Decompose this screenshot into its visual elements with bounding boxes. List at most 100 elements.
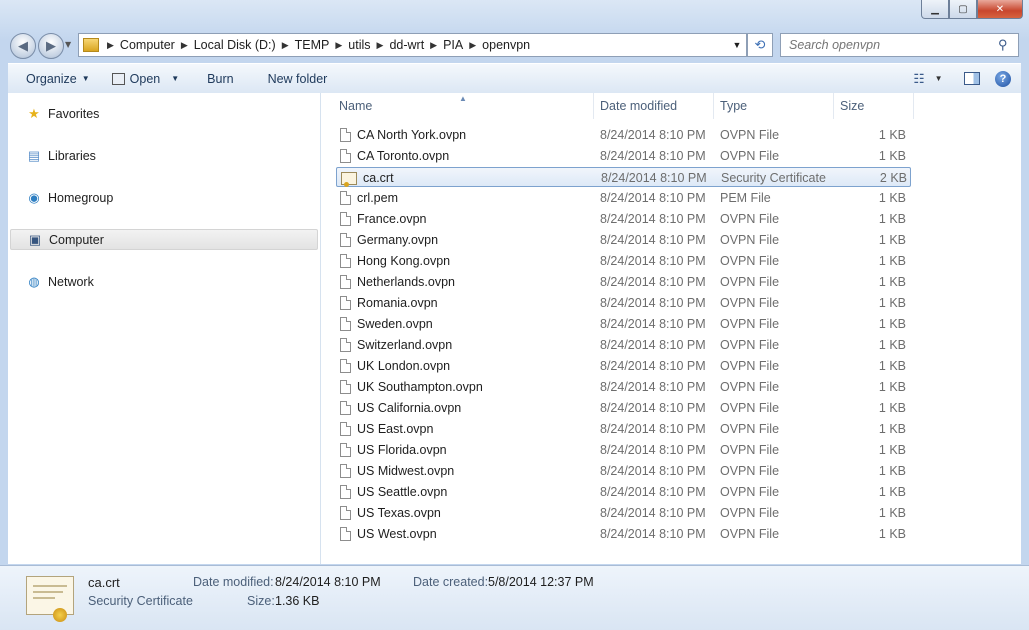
file-row[interactable]: crl.pem 8/24/2014 8:10 PM PEM File 1 KB xyxy=(336,188,911,208)
file-size: 1 KB xyxy=(878,506,906,520)
details-size: 1.36 KB xyxy=(275,594,320,608)
file-row[interactable]: CA Toronto.ovpn 8/24/2014 8:10 PM OVPN Fil… xyxy=(336,146,911,166)
file-row[interactable]: UK London.ovpn 8/24/2014 8:10 PM OVPN File… xyxy=(336,356,911,376)
breadcrumb-arrow-icon[interactable]: ▶ xyxy=(469,40,476,51)
maximize-button[interactable]: ▢ xyxy=(949,0,977,19)
details-date-created: 5/8/2014 12:37 PM xyxy=(488,575,594,589)
file-row[interactable]: US Florida.ovpn 8/24/2014 8:10 PM OVPN Fil… xyxy=(336,440,911,460)
file-row[interactable]: US California.ovpn 8/24/2014 8:10 PM OVPN … xyxy=(336,398,911,418)
column-header-size[interactable]: Size xyxy=(834,93,914,119)
file-size: 1 KB xyxy=(878,317,906,331)
address-bar[interactable]: ▶ Computer ▶ Local Disk (D:) ▶ TEMP ▶ ut… xyxy=(78,33,747,57)
nav-item-homegroup[interactable]: ◉ Homegroup xyxy=(26,188,113,208)
file-row[interactable]: US Seattle.ovpn 8/24/2014 8:10 PM OVPN Fil… xyxy=(336,482,911,502)
file-row[interactable]: Hong Kong.ovpn 8/24/2014 8:10 PM OVPN File… xyxy=(336,251,911,271)
breadcrumb-arrow-icon[interactable]: ▶ xyxy=(430,40,437,51)
breadcrumb-arrow-icon[interactable]: ▶ xyxy=(181,40,188,51)
star-icon: ★ xyxy=(28,106,40,121)
preview-pane-button[interactable] xyxy=(959,65,985,93)
breadcrumb-computer[interactable]: Computer xyxy=(114,38,181,52)
address-dropdown-icon[interactable]: ▼ xyxy=(728,34,746,56)
forward-button[interactable]: ▶ xyxy=(38,33,64,59)
nav-item-favorites[interactable]: ★ Favorites xyxy=(26,104,99,124)
breadcrumb-arrow-icon[interactable]: ▶ xyxy=(377,40,384,51)
details-file-name: ca.crt xyxy=(88,575,120,590)
file-date: 8/24/2014 8:10 PM xyxy=(600,191,706,205)
certificate-file-icon xyxy=(341,171,357,187)
breadcrumb-arrow-icon[interactable]: ▶ xyxy=(107,40,114,51)
file-name-cell: crl.pem xyxy=(340,188,398,208)
nav-item-computer[interactable]: ▣ Computer xyxy=(10,229,318,250)
breadcrumb-openvpn[interactable]: openvpn xyxy=(476,38,536,52)
breadcrumb-arrow-icon[interactable]: ▶ xyxy=(335,40,342,51)
organize-button[interactable]: Organize ▼ xyxy=(17,72,99,86)
homegroup-icon: ◉ xyxy=(28,190,40,205)
file-row[interactable]: Romania.ovpn 8/24/2014 8:10 PM OVPN File 1 … xyxy=(336,293,911,313)
file-name-cell: US Seattle.ovpn xyxy=(340,482,447,502)
file-icon xyxy=(340,380,351,394)
help-button[interactable]: ? xyxy=(985,65,1021,93)
file-date: 8/24/2014 8:10 PM xyxy=(601,171,707,185)
refresh-button[interactable]: ⟲ xyxy=(747,33,773,57)
file-type: OVPN File xyxy=(720,317,780,331)
file-name: US Florida.ovpn xyxy=(357,443,447,457)
breadcrumb-utils[interactable]: utils xyxy=(342,38,376,52)
back-button[interactable]: ◀ xyxy=(10,33,36,59)
file-size: 1 KB xyxy=(878,359,906,373)
file-name: US West.ovpn xyxy=(357,527,437,541)
file-icon xyxy=(340,401,351,415)
file-type: OVPN File xyxy=(720,380,780,394)
file-date: 8/24/2014 8:10 PM xyxy=(600,422,706,436)
nav-item-network[interactable]: ◍ Network xyxy=(26,272,94,292)
recent-pages-chevron-icon[interactable]: ▼ xyxy=(65,40,71,49)
file-row[interactable]: CA North York.ovpn 8/24/2014 8:10 PM OVPN … xyxy=(336,125,911,145)
breadcrumb-pia[interactable]: PIA xyxy=(437,38,469,52)
file-icon xyxy=(340,422,351,436)
nav-item-libraries[interactable]: ▤ Libraries xyxy=(26,146,96,166)
search-input[interactable] xyxy=(787,37,998,53)
file-icon xyxy=(340,149,351,163)
explorer-window: ▁ ▢ ✕ ◀ ▶ ▼ ▶ Computer ▶ Local Disk (D:)… xyxy=(0,0,1029,630)
file-row[interactable]: UK Southampton.ovpn 8/24/2014 8:10 PM OVPN… xyxy=(336,377,911,397)
file-row[interactable]: US East.ovpn 8/24/2014 8:10 PM OVPN File 1 … xyxy=(336,419,911,439)
file-date: 8/24/2014 8:10 PM xyxy=(600,359,706,373)
file-name: Switzerland.ovpn xyxy=(357,338,453,352)
file-row[interactable]: Netherlands.ovpn 8/24/2014 8:10 PM OVPN Fi… xyxy=(336,272,911,292)
file-name-cell: Romania.ovpn xyxy=(340,293,438,313)
search-icon[interactable]: ⚲ xyxy=(998,37,1018,53)
forward-arrow-icon: ▶ xyxy=(46,38,56,54)
file-row[interactable]: US West.ovpn 8/24/2014 8:10 PM OVPN File 1 … xyxy=(336,524,911,544)
file-row[interactable]: US Texas.ovpn 8/24/2014 8:10 PM OVPN File 1… xyxy=(336,503,911,523)
file-row[interactable]: Switzerland.ovpn 8/24/2014 8:10 PM OVPN Fi… xyxy=(336,335,911,355)
file-row[interactable]: ca.crt 8/24/2014 8:10 PM Security Certific… xyxy=(336,167,911,187)
file-type: OVPN File xyxy=(720,254,780,268)
burn-button[interactable]: Burn xyxy=(198,72,242,86)
new-folder-button[interactable]: New folder xyxy=(259,72,337,86)
file-row[interactable]: Sweden.ovpn 8/24/2014 8:10 PM OVPN File 1 K… xyxy=(336,314,911,334)
breadcrumb-arrow-icon[interactable]: ▶ xyxy=(282,40,289,51)
open-button[interactable]: Open ▼ xyxy=(103,72,189,86)
file-row[interactable]: US Midwest.ovpn 8/24/2014 8:10 PM OVPN Fil… xyxy=(336,461,911,481)
minimize-button[interactable]: ▁ xyxy=(921,0,949,19)
refresh-icon: ⟲ xyxy=(754,37,766,53)
file-date: 8/24/2014 8:10 PM xyxy=(600,338,706,352)
file-name: US California.ovpn xyxy=(357,401,462,415)
file-name: Romania.ovpn xyxy=(357,296,438,310)
file-date: 8/24/2014 8:10 PM xyxy=(600,317,706,331)
file-type: OVPN File xyxy=(720,443,780,457)
file-date: 8/24/2014 8:10 PM xyxy=(600,254,706,268)
column-header-type[interactable]: Type xyxy=(714,93,834,119)
change-view-button[interactable]: ☷ ▼ xyxy=(913,65,943,93)
breadcrumb-dd-wrt[interactable]: dd-wrt xyxy=(383,38,430,52)
breadcrumb-temp[interactable]: TEMP xyxy=(289,38,336,52)
column-header-date[interactable]: Date modified xyxy=(594,93,714,119)
file-date: 8/24/2014 8:10 PM xyxy=(600,485,706,499)
file-row[interactable]: Germany.ovpn 8/24/2014 8:10 PM OVPN File 1 … xyxy=(336,230,911,250)
close-button[interactable]: ✕ xyxy=(977,0,1023,19)
search-box[interactable]: ⚲ xyxy=(780,33,1019,57)
breadcrumb-local-disk[interactable]: Local Disk (D:) xyxy=(188,38,282,52)
file-icon xyxy=(340,212,351,226)
file-icon xyxy=(340,359,351,373)
file-name-cell: UK London.ovpn xyxy=(340,356,450,376)
file-row[interactable]: France.ovpn 8/24/2014 8:10 PM OVPN File 1 K… xyxy=(336,209,911,229)
